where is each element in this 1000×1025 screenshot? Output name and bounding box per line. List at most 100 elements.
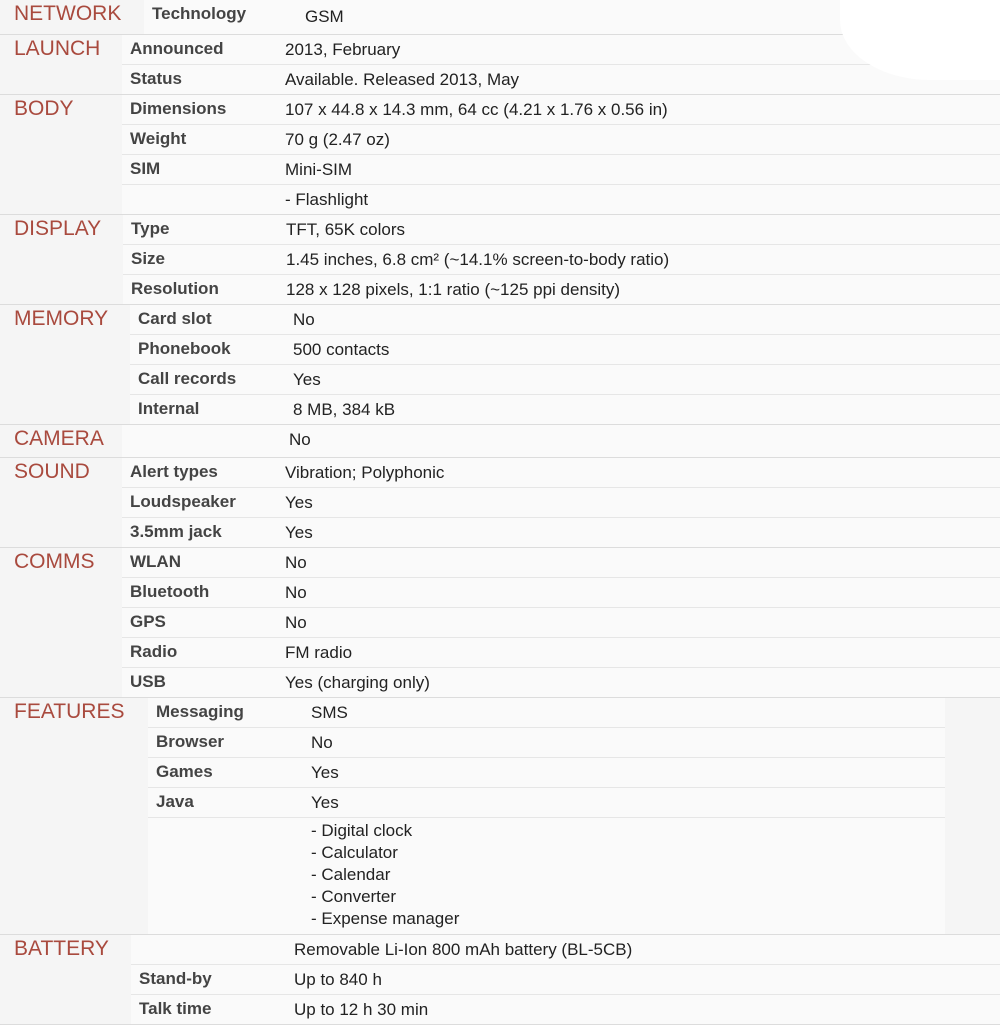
spec-label: Browser [156, 732, 225, 751]
spec-row: Phonebook 500 contacts [130, 335, 1000, 365]
spec-row: 3.5mm jack Yes [122, 518, 1000, 547]
spec-value: Removable Li-Ion 800 mAh battery (BL-5CB… [294, 940, 633, 959]
spec-value: Yes [293, 370, 321, 389]
section-title: NETWORK [14, 2, 122, 25]
section-features: FEATURES Messaging SMS Browser No Games Yes Jav… [0, 698, 1000, 935]
spec-row: Talk time Up to 12 h 30 min [131, 995, 1000, 1024]
spec-value: 70 g (2.47 oz) [285, 130, 390, 149]
spec-value: Yes [311, 763, 339, 782]
spec-label: Type [131, 219, 170, 238]
spec-label: Card slot [138, 309, 212, 328]
spec-value: - Digital clock - Calculator - Calendar - C… [311, 820, 459, 930]
spec-value-line: - Digital clock [311, 821, 413, 840]
spec-label: Resolution [131, 279, 219, 298]
spec-row: Status Available. Released 2013, May [122, 65, 1000, 94]
spec-label: Bluetooth [130, 582, 210, 601]
spec-row: USB Yes (charging only) [122, 668, 1000, 697]
spec-label: Call records [138, 369, 237, 388]
spec-value-line: - Calculator [311, 843, 398, 862]
section-title: FEATURES [14, 700, 125, 723]
spec-value: No [285, 583, 307, 602]
spec-value: No [293, 310, 315, 329]
spec-value: No [285, 553, 307, 572]
spec-value: 107 x 44.8 x 14.3 mm, 64 cc (4.21 x 1.76… [285, 100, 668, 119]
spec-value: 500 contacts [293, 340, 390, 359]
spec-row: SIM Mini-SIM [122, 155, 1000, 185]
section-title: COMMS [14, 550, 95, 573]
spec-value: 8 MB, 384 kB [293, 400, 396, 419]
spec-value-line: - Converter [311, 887, 397, 906]
spec-value: - Flashlight [285, 190, 369, 209]
section-memory: MEMORY Card slot No Phonebook 500 contacts Ca… [0, 305, 1000, 425]
section-title: LAUNCH [14, 37, 101, 60]
spec-value: Up to 840 h [294, 970, 382, 989]
spec-label: SIM [130, 159, 161, 178]
spec-label: GPS [130, 612, 166, 631]
spec-label: Radio [130, 642, 178, 661]
spec-value: SMS [311, 703, 348, 722]
spec-value: Yes (charging only) [285, 673, 430, 692]
spec-row: Removable Li-Ion 800 mAh battery (BL-5CB… [131, 935, 1000, 965]
section-title: MEMORY [14, 307, 109, 330]
section-title: BATTERY [14, 937, 109, 960]
spec-row: - Digital clock - Calculator - Calendar - C… [148, 818, 945, 934]
spec-row: WLAN No [122, 548, 1000, 578]
section-camera: CAMERA No [0, 425, 1000, 458]
spec-label: Weight [130, 129, 187, 148]
spec-row: GPS No [122, 608, 1000, 638]
spec-row: Messaging SMS [148, 698, 945, 728]
section-sound: SOUND Alert types Vibration; Polyphonic Lou… [0, 458, 1000, 548]
spec-label: Alert types [130, 462, 218, 481]
spec-row: Radio FM radio [122, 638, 1000, 668]
spec-row: Call records Yes [130, 365, 1000, 395]
spec-value: Yes [285, 523, 313, 542]
section-display: DISPLAY Type TFT, 65K colors Size 1.45 inche… [0, 215, 1000, 305]
spec-row: Size 1.45 inches, 6.8 cm² (~14.1% screen-… [123, 245, 1000, 275]
spec-value: Vibration; Polyphonic [285, 463, 445, 482]
spec-row: Resolution 128 x 128 pixels, 1:1 ratio (~… [123, 275, 1000, 304]
spec-label: Games [156, 762, 213, 781]
spec-value: FM radio [285, 643, 353, 662]
spec-label: Stand-by [139, 969, 212, 988]
spec-label: Loudspeaker [130, 492, 236, 511]
spec-value: Yes [285, 493, 313, 512]
spec-label: USB [130, 672, 166, 691]
spec-value-line: - Expense manager [311, 909, 460, 928]
spec-label: Status [130, 69, 182, 88]
spec-value: 2013, February [285, 40, 401, 59]
spec-label: Talk time [139, 999, 212, 1018]
spec-row: - Flashlight [122, 185, 1000, 214]
spec-row: Type TFT, 65K colors [123, 215, 1000, 245]
spec-value: Available. Released 2013, May [285, 70, 520, 89]
spec-label: Dimensions [130, 99, 227, 118]
spec-value: Yes [311, 793, 339, 812]
spec-row: Alert types Vibration; Polyphonic [122, 458, 1000, 488]
spec-value: GSM [305, 7, 344, 26]
spec-row: No [122, 425, 1000, 457]
spec-label: WLAN [130, 552, 181, 571]
section-title: DISPLAY [14, 217, 102, 240]
section-title: CAMERA [14, 427, 104, 450]
section-body: BODY Dimensions 107 x 44.8 x 14.3 mm, 64 c… [0, 95, 1000, 215]
spec-label: Announced [130, 39, 224, 58]
spec-row: Internal 8 MB, 384 kB [130, 395, 1000, 424]
spec-row: Loudspeaker Yes [122, 488, 1000, 518]
spec-row: Dimensions 107 x 44.8 x 14.3 mm, 64 cc (4… [122, 95, 1000, 125]
spec-sheet: NETWORK Technology GSM LAUNCH Announced 2013,… [0, 0, 1000, 1025]
spec-label: Internal [138, 399, 200, 418]
spec-value: TFT, 65K colors [286, 220, 406, 239]
spec-value: No [289, 430, 311, 449]
spec-value: No [311, 733, 333, 752]
spec-label: 3.5mm jack [130, 522, 222, 541]
spec-row: Weight 70 g (2.47 oz) [122, 125, 1000, 155]
spec-label: Phonebook [138, 339, 231, 358]
spec-label: Messaging [156, 702, 244, 721]
spec-label: Technology [152, 4, 247, 23]
spec-value: No [285, 613, 307, 632]
spec-value: 128 x 128 pixels, 1:1 ratio (~125 ppi de… [286, 280, 621, 299]
spec-value-line: - Calendar [311, 865, 391, 884]
spec-value: Up to 12 h 30 min [294, 1000, 429, 1019]
spec-row: Bluetooth No [122, 578, 1000, 608]
section-title: SOUND [14, 460, 90, 483]
section-title: BODY [14, 97, 74, 120]
